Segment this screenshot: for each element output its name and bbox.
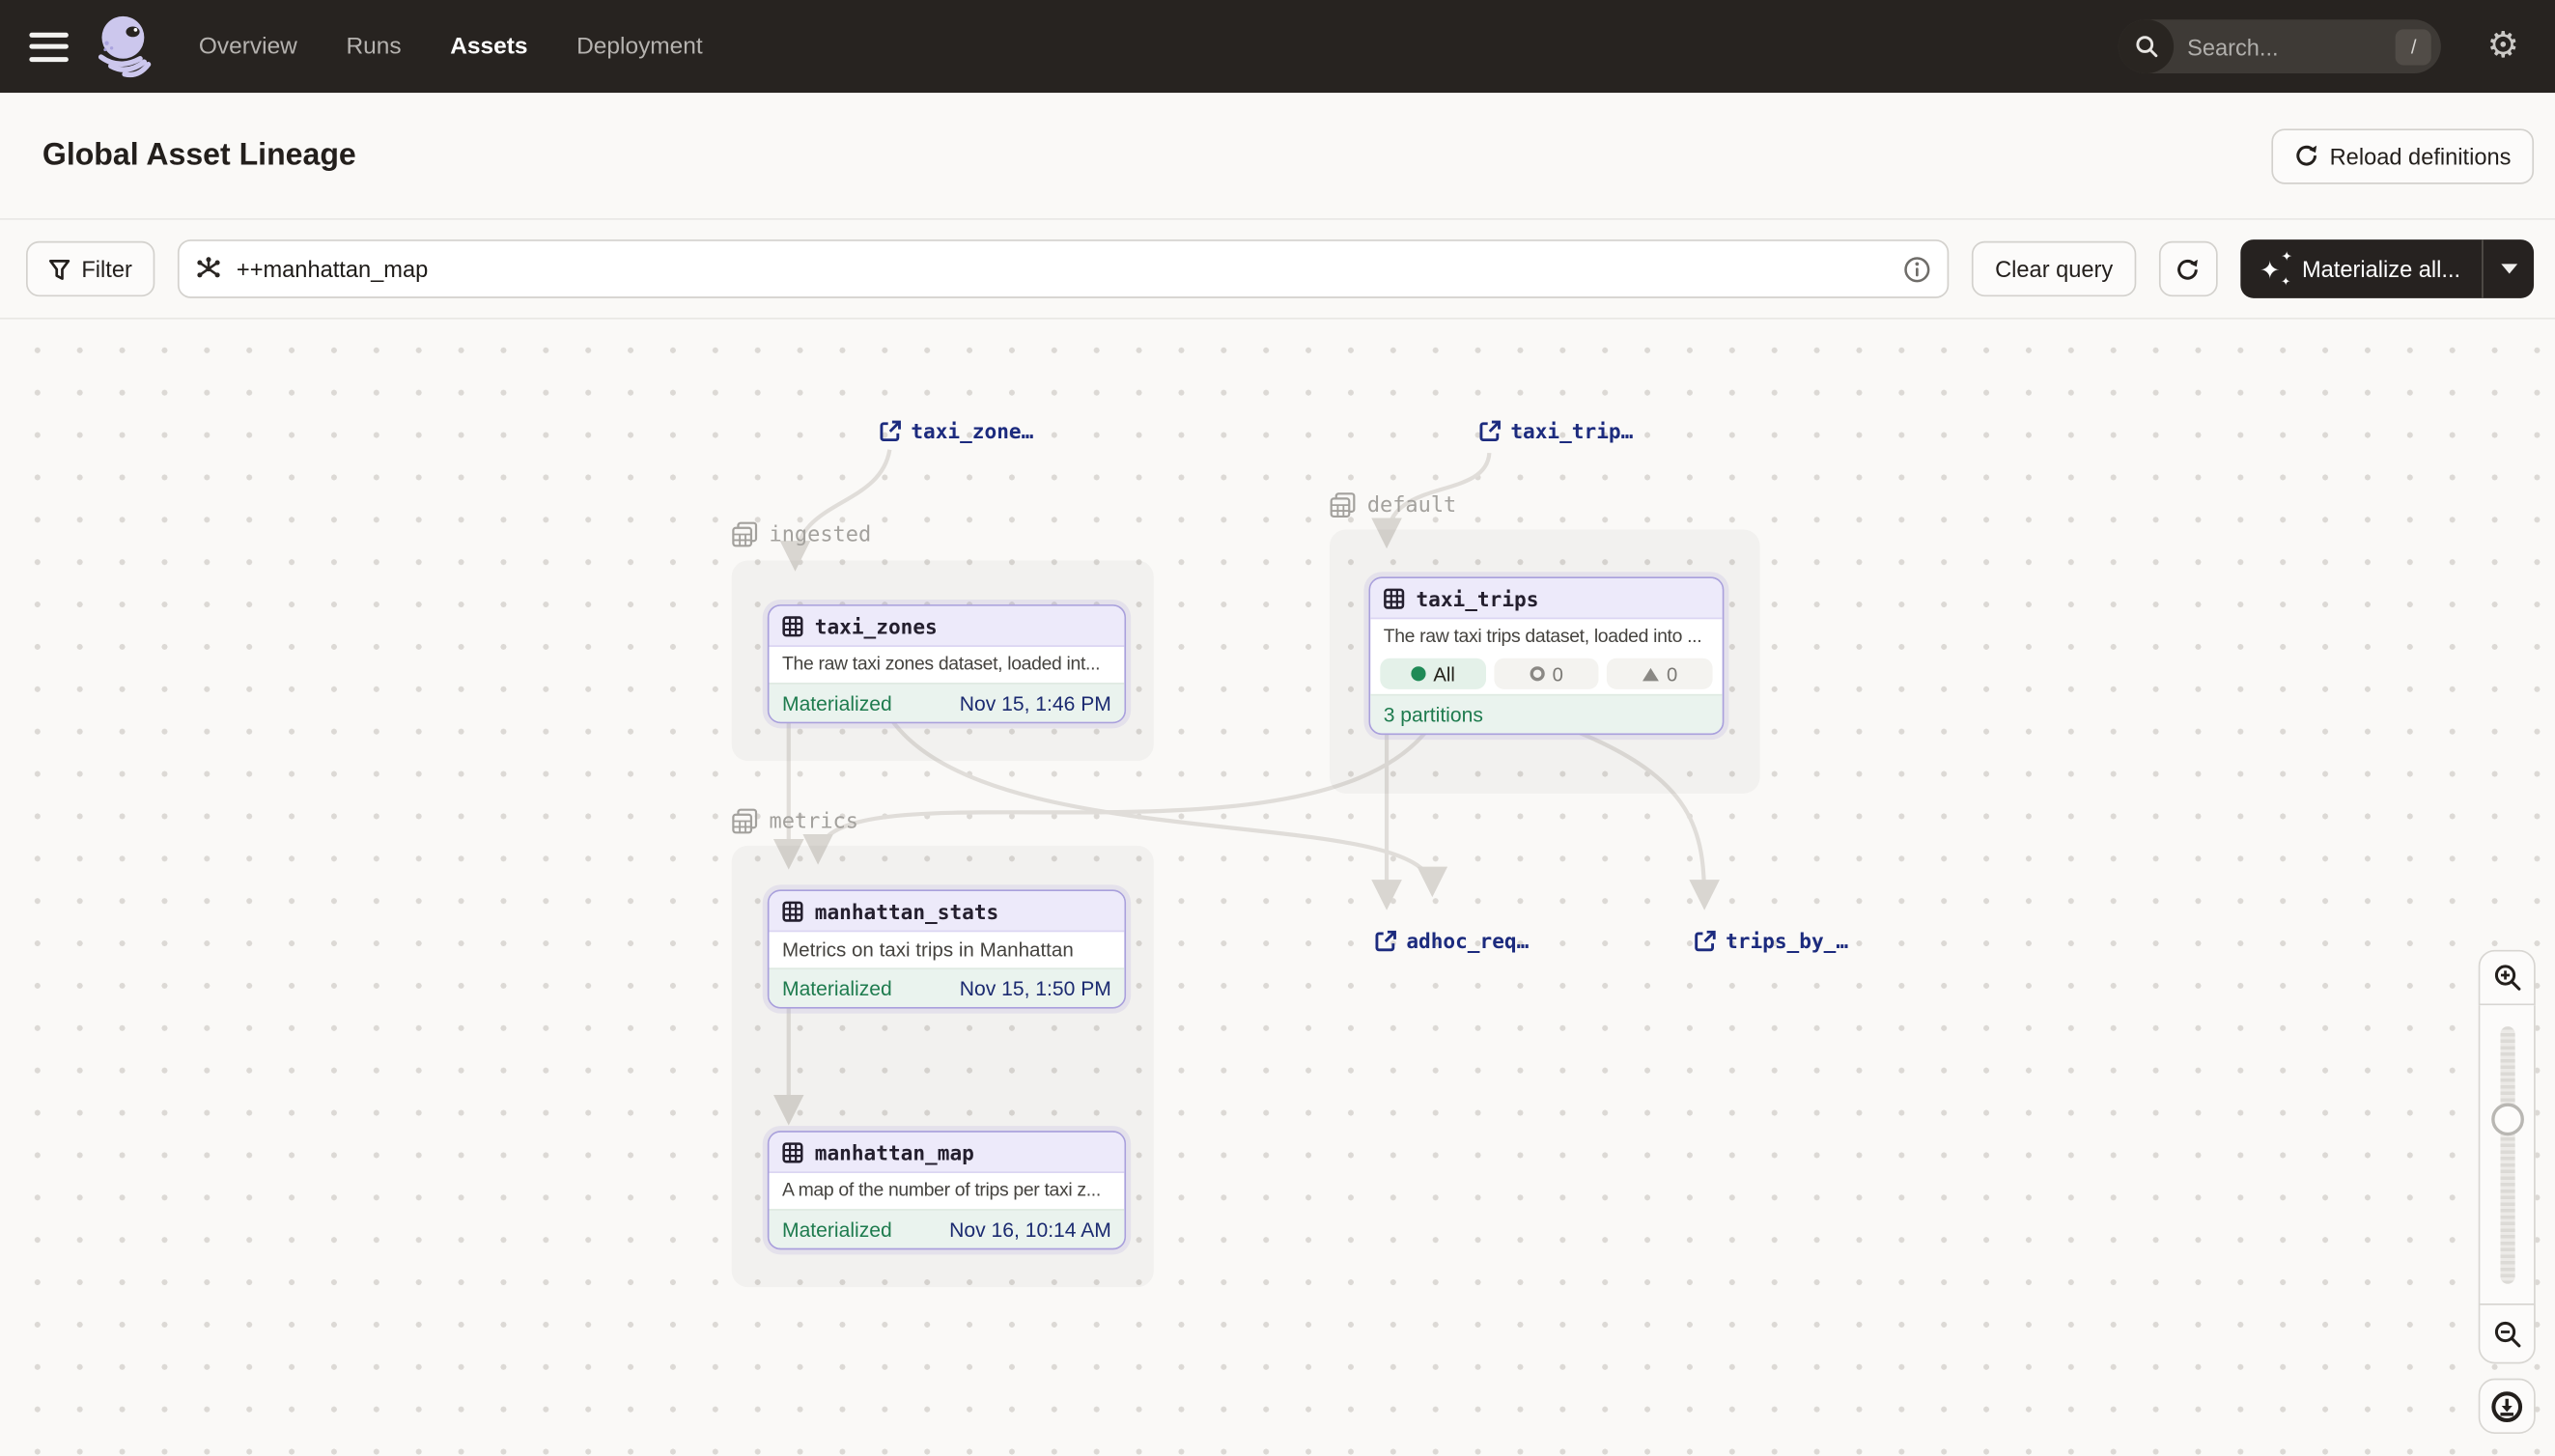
asset-title: taxi_zones: [815, 613, 938, 637]
search-input[interactable]: [2175, 34, 2397, 60]
ring-icon: [1530, 666, 1544, 681]
nav-runs[interactable]: Runs: [346, 34, 401, 60]
group-label-metrics[interactable]: metrics: [732, 808, 858, 834]
partitions-count[interactable]: 3 partitions: [1370, 694, 1723, 734]
external-link-icon: [1375, 931, 1396, 952]
zoom-slider-thumb[interactable]: [2490, 1103, 2523, 1135]
external-link-icon: [1479, 420, 1501, 441]
hamburger-menu-icon[interactable]: [29, 32, 69, 61]
lineage-edges: [0, 320, 2555, 1456]
nav-deployment[interactable]: Deployment: [576, 34, 703, 60]
zoom-out-icon: [2492, 1319, 2521, 1348]
nav-overview[interactable]: Overview: [199, 34, 297, 60]
graph-selector-icon: [196, 256, 222, 282]
asset-description: The raw taxi trips dataset, loaded into …: [1370, 619, 1723, 653]
asset-description: Metrics on taxi trips in Manhattan: [770, 932, 1125, 967]
reload-definitions-button[interactable]: Reload definitions: [2271, 127, 2534, 182]
external-asset-taxi-trip[interactable]: taxi_trip…: [1479, 419, 1633, 443]
query-info-icon[interactable]: [1904, 255, 1932, 283]
asset-title: manhattan_map: [815, 1139, 974, 1163]
asset-description: The raw taxi zones dataset, loaded int..…: [770, 647, 1125, 683]
table-icon: [782, 1141, 803, 1162]
table-icon: [782, 615, 803, 636]
zoom-in-icon: [2492, 963, 2521, 992]
clear-query-button[interactable]: Clear query: [1972, 241, 2135, 296]
query-input[interactable]: [237, 256, 1890, 282]
filter-button[interactable]: Filter: [26, 241, 155, 296]
group-label-ingested[interactable]: ingested: [732, 521, 871, 547]
materialization-timestamp[interactable]: Nov 15, 1:46 PM: [960, 691, 1111, 714]
group-table-icon: [732, 808, 758, 834]
failed-partitions-badge: 0: [1494, 658, 1599, 689]
global-search[interactable]: /: [2119, 19, 2441, 73]
settings-gear-icon[interactable]: ⚙: [2487, 29, 2519, 65]
refresh-button[interactable]: [2158, 241, 2217, 296]
zoom-controls: [2479, 950, 2536, 1434]
zoom-slider-track[interactable]: [2500, 1026, 2514, 1284]
page-header: Global Asset Lineage Reload definitions: [0, 93, 2555, 220]
asset-selection-query: [178, 239, 1950, 298]
group-label-default[interactable]: default: [1330, 492, 1456, 518]
external-asset-trips-by[interactable]: trips_by_…: [1695, 929, 1848, 953]
page-title: Global Asset Lineage: [42, 138, 356, 174]
status-badge: Materialized: [782, 977, 892, 1000]
asset-node-taxi-zones[interactable]: taxi_zones The raw taxi zones dataset, l…: [768, 604, 1126, 723]
dagster-logo[interactable]: [92, 9, 160, 84]
recenter-icon: [2490, 1389, 2524, 1423]
triangle-icon: [1642, 667, 1659, 681]
asset-title: taxi_trips: [1416, 586, 1538, 610]
status-badge: Materialized: [782, 691, 892, 714]
nav-assets[interactable]: Assets: [450, 34, 527, 60]
asset-node-taxi-trips[interactable]: taxi_trips The raw taxi trips dataset, l…: [1369, 576, 1725, 735]
external-asset-adhoc-req[interactable]: adhoc_req…: [1375, 929, 1529, 953]
group-table-icon: [1330, 492, 1356, 518]
group-table-icon: [732, 521, 758, 547]
filled-dot-icon: [1411, 666, 1425, 681]
lineage-toolbar: Filter Clear query ✦✦✦ Materialize all..…: [0, 220, 2555, 320]
chevron-down-icon: [2500, 264, 2516, 273]
materialize-all-split-button: ✦✦✦ Materialize all...: [2240, 239, 2534, 298]
app-window: Overview Runs Assets Deployment / ⚙ Glob…: [0, 0, 2555, 1456]
lineage-graph-canvas[interactable]: ingested default metrics taxi_zone… taxi…: [0, 320, 2555, 1456]
materialization-timestamp[interactable]: Nov 16, 10:14 AM: [949, 1218, 1111, 1241]
asset-title: manhattan_stats: [815, 899, 999, 923]
partition-health-badges: All 0 0: [1370, 654, 1723, 694]
external-asset-taxi-zone[interactable]: taxi_zone…: [880, 419, 1033, 443]
reload-icon: [2293, 144, 2317, 168]
asset-description: A map of the number of trips per taxi z.…: [770, 1173, 1125, 1209]
recenter-view-button[interactable]: [2479, 1379, 2536, 1434]
status-badge: Materialized: [782, 1218, 892, 1241]
asset-node-manhattan-stats[interactable]: manhattan_stats Metrics on taxi trips in…: [768, 889, 1126, 1008]
zoom-in-button[interactable]: [2479, 950, 2536, 1005]
table-icon: [1384, 587, 1405, 608]
sparkle-icon: ✦✦✦: [2261, 255, 2289, 283]
refresh-icon: [2176, 257, 2200, 281]
zoom-out-button[interactable]: [2479, 1303, 2536, 1363]
materialize-all-button[interactable]: ✦✦✦ Materialize all...: [2240, 239, 2482, 298]
search-shortcut-key: /: [2396, 29, 2431, 65]
missing-partitions-badge: 0: [1607, 658, 1712, 689]
table-icon: [782, 900, 803, 921]
zoom-slider[interactable]: [2479, 1005, 2536, 1303]
external-link-icon: [1695, 931, 1716, 952]
materialization-timestamp[interactable]: Nov 15, 1:50 PM: [960, 977, 1111, 1000]
materialize-options-caret[interactable]: [2484, 239, 2534, 298]
materialized-partitions-badge: All: [1380, 658, 1485, 689]
search-icon: [2119, 19, 2174, 73]
top-navigation-bar: Overview Runs Assets Deployment / ⚙: [0, 0, 2555, 93]
filter-funnel-icon: [49, 258, 70, 279]
asset-node-manhattan-map[interactable]: manhattan_map A map of the number of tri…: [768, 1131, 1126, 1249]
main-nav: Overview Runs Assets Deployment: [199, 34, 703, 60]
external-link-icon: [880, 420, 901, 441]
